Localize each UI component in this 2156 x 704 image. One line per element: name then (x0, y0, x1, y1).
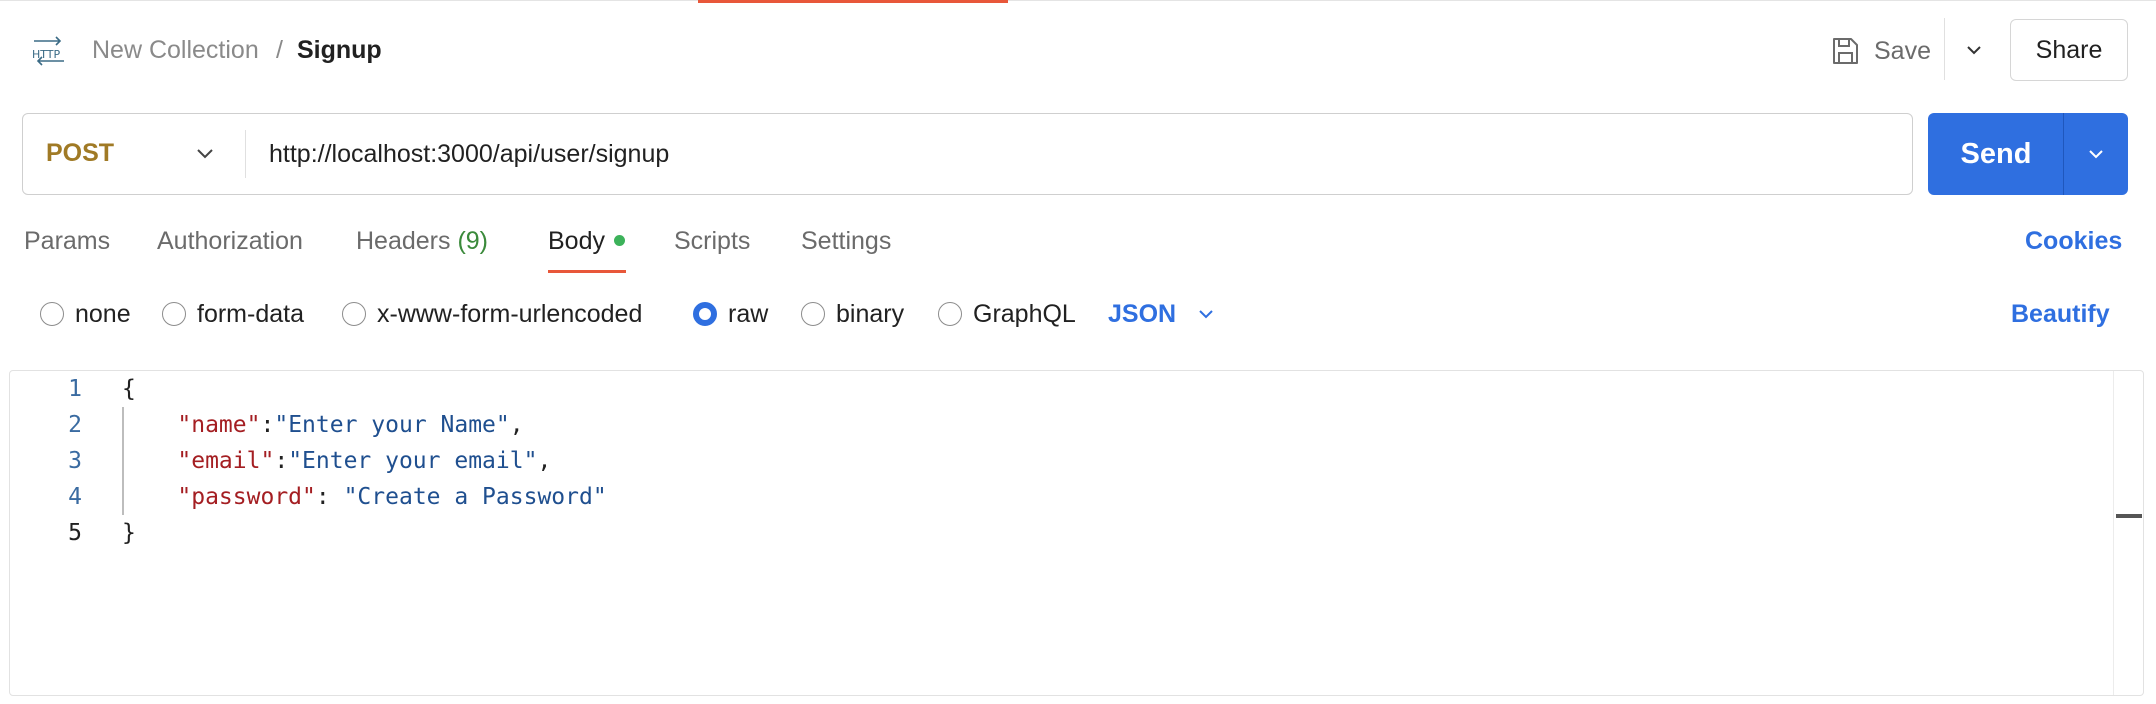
code-line: { (122, 371, 136, 407)
radio-label: form-data (197, 299, 304, 328)
line-number: 2 (68, 412, 82, 438)
scroll-position-marker (2116, 514, 2142, 518)
radio-binary[interactable] (801, 302, 825, 326)
tab-settings[interactable]: Settings (801, 226, 891, 256)
tab-body-label: Body (548, 227, 605, 255)
json-close-brace: } (122, 520, 136, 546)
request-header: HTTP New Collection / Signup Save Share (0, 0, 2156, 100)
url-input[interactable] (269, 132, 1869, 176)
radio-label: raw (728, 299, 769, 328)
radio-raw[interactable] (693, 302, 717, 326)
editor-gutter: 1 2 3 4 5 (10, 371, 120, 695)
radio-form-data[interactable] (162, 302, 186, 326)
save-divider (1944, 18, 1945, 80)
json-value: "Create a Password" (343, 484, 607, 510)
body-type-binary[interactable]: binary (801, 298, 904, 330)
body-type-graphql[interactable]: GraphQL (938, 298, 1076, 330)
json-comma: , (509, 412, 524, 438)
save-icon (1833, 38, 1858, 64)
language-select[interactable]: JSON (1108, 298, 1218, 330)
json-comma: , (537, 448, 552, 474)
chevron-down-icon (1967, 46, 1981, 55)
radio-label: binary (836, 299, 905, 328)
language-label: JSON (1108, 299, 1177, 328)
send-button-group: Send (1928, 113, 2128, 195)
method-select[interactable]: POST (23, 114, 245, 193)
headers-count: (9) (457, 227, 489, 255)
code-line: } (122, 515, 136, 551)
radio-none[interactable] (40, 302, 64, 326)
line-number: 1 (68, 376, 82, 402)
url-bar: POST (22, 113, 1913, 195)
body-modified-dot (613, 234, 625, 246)
save-label: Save (1874, 36, 1931, 65)
line-number: 4 (68, 484, 82, 510)
json-value: "Enter your email" (288, 448, 538, 474)
beautify-button[interactable]: Beautify (2011, 298, 2110, 330)
code-line: "name":"Enter your Name", (122, 407, 524, 443)
send-options-button[interactable] (2064, 113, 2128, 195)
method-divider (245, 130, 246, 178)
tab-authorization[interactable]: Authorization (157, 226, 303, 256)
save-button[interactable]: Save (1828, 30, 1931, 72)
chevron-down-icon (1199, 310, 1213, 319)
save-options-button[interactable] (1956, 32, 1992, 68)
tab-body[interactable]: Body (548, 226, 625, 256)
json-colon: : (315, 484, 344, 510)
send-button[interactable]: Send (1928, 113, 2064, 195)
radio-x-www-form-urlencoded[interactable] (342, 302, 366, 326)
cookies-link[interactable]: Cookies (2025, 226, 2122, 256)
editor-scrollbar[interactable] (2113, 371, 2143, 695)
radio-graphql[interactable] (938, 302, 962, 326)
tab-headers[interactable]: Headers (9) (356, 226, 488, 256)
json-key: "name" (177, 412, 261, 438)
share-button[interactable]: Share (2010, 19, 2128, 81)
svg-text:HTTP: HTTP (32, 48, 61, 61)
json-colon: : (260, 412, 275, 438)
code-line: "email":"Enter your email", (122, 443, 551, 479)
method-label: POST (46, 139, 115, 167)
tab-headers-label: Headers (356, 227, 451, 255)
body-type-form-data[interactable]: form-data (162, 298, 304, 330)
breadcrumb-request-name[interactable]: Signup (297, 35, 382, 65)
json-key: "password" (177, 484, 316, 510)
line-number: 5 (68, 520, 82, 546)
radio-label: x-www-form-urlencoded (377, 299, 643, 328)
radio-label: GraphQL (973, 299, 1076, 328)
radio-label: none (75, 299, 131, 328)
json-colon: : (274, 448, 289, 474)
body-editor[interactable]: 1 2 3 4 5 { "name":"Enter your Name", "e… (9, 370, 2144, 696)
http-icon: HTTP (32, 36, 64, 66)
breadcrumb-separator: / (276, 36, 283, 64)
line-number: 3 (68, 448, 82, 474)
tab-params[interactable]: Params (24, 226, 110, 256)
tab-scripts[interactable]: Scripts (674, 226, 750, 256)
active-tab-underline (548, 270, 626, 273)
body-type-x-www-form-urlencoded[interactable]: x-www-form-urlencoded (342, 298, 642, 330)
json-key: "email" (177, 448, 275, 474)
body-type-none[interactable]: none (40, 298, 131, 330)
code-line: "password": "Create a Password" (122, 479, 607, 515)
body-type-raw[interactable]: raw (693, 298, 768, 330)
chevron-down-icon (197, 149, 213, 159)
json-open-brace: { (122, 376, 136, 402)
chevron-down-icon (2089, 150, 2103, 159)
json-value: "Enter your Name" (274, 412, 510, 438)
breadcrumb-collection[interactable]: New Collection (92, 35, 259, 65)
